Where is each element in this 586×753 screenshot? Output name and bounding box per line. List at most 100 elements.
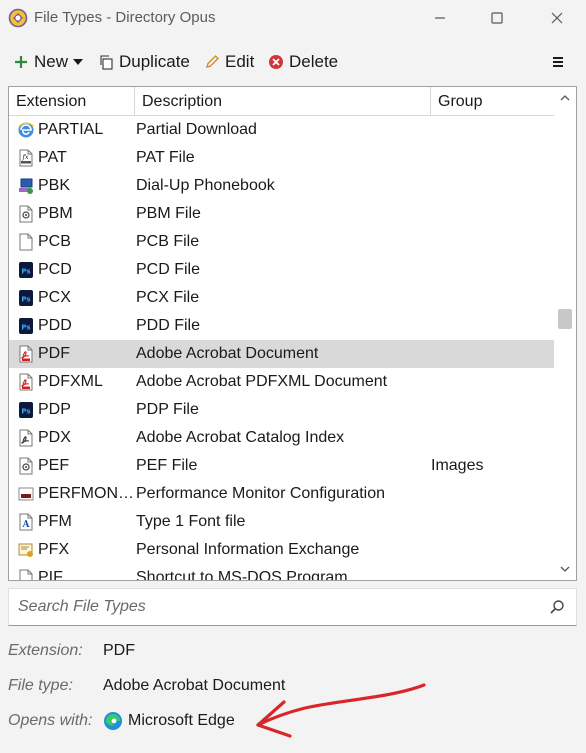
row-extension: PBK xyxy=(38,177,71,194)
table-row[interactable]: A PFM Type 1 Font file xyxy=(9,508,554,536)
column-header-extension[interactable]: Extension xyxy=(9,87,135,116)
table-row[interactable]: PBM PBM File xyxy=(9,200,554,228)
table-row[interactable]: PEF PEF File Images xyxy=(9,452,554,480)
search-icon[interactable] xyxy=(549,599,565,615)
acrobat-file-icon xyxy=(19,429,33,447)
scroll-down-button[interactable] xyxy=(554,558,576,580)
table-row[interactable]: Ps PCD PCD File xyxy=(9,256,554,284)
table-row[interactable]: fx PAT PAT File xyxy=(9,144,554,172)
row-extension: PEF xyxy=(38,457,70,474)
image-file-icon xyxy=(19,457,33,475)
table-row[interactable]: PARTIAL Partial Download xyxy=(9,116,554,144)
image-file-icon xyxy=(19,205,33,223)
certificate-file-icon xyxy=(18,543,33,557)
table-row[interactable]: PBK Dial-Up Phonebook xyxy=(9,172,554,200)
svg-text:fx: fx xyxy=(21,153,28,161)
row-description: Adobe Acrobat Document xyxy=(136,345,319,362)
vertical-scrollbar[interactable] xyxy=(554,87,576,580)
hamburger-menu-icon xyxy=(553,57,563,67)
column-header-group[interactable]: Group xyxy=(430,87,554,116)
row-description: Adobe Acrobat Catalog Index xyxy=(136,429,345,446)
table-row[interactable]: PDFXML Adobe Acrobat PDFXML Document xyxy=(9,368,554,396)
opens-with-value[interactable]: Microsoft Edge xyxy=(128,712,235,730)
opens-with-label: Opens with: xyxy=(8,712,93,729)
table-row[interactable]: PIF Shortcut to MS-DOS Program xyxy=(9,564,554,581)
row-extension: PDD xyxy=(38,317,72,334)
row-description: PCD File xyxy=(136,261,201,278)
photoshop-file-icon: Ps xyxy=(19,290,33,306)
pencil-icon xyxy=(206,55,219,68)
maximize-button[interactable] xyxy=(485,6,509,30)
search-input[interactable] xyxy=(18,598,518,616)
minimize-icon xyxy=(435,17,445,19)
blank-file-icon xyxy=(19,233,33,251)
extension-label: Extension: xyxy=(8,642,83,659)
svg-text:A: A xyxy=(22,520,31,530)
row-description: PCB File xyxy=(136,233,200,250)
list-header: Extension Description Group xyxy=(9,87,554,116)
table-row[interactable]: Ps PDD PDD File xyxy=(9,312,554,340)
duplicate-button[interactable]: Duplicate xyxy=(98,50,190,74)
dropdown-arrow-icon xyxy=(73,59,84,65)
row-description: PDD File xyxy=(136,317,201,334)
row-extension: PDP xyxy=(38,401,71,418)
row-extension: PCD xyxy=(38,261,72,278)
photoshop-file-icon: Ps xyxy=(19,402,33,418)
blank-file-icon xyxy=(19,569,33,580)
scroll-up-button[interactable] xyxy=(554,87,576,109)
table-row[interactable]: PERFMON… Performance Monitor Configuratio… xyxy=(9,480,554,508)
pdf-file-icon xyxy=(19,345,33,363)
close-icon xyxy=(551,12,563,24)
row-description: PBM File xyxy=(136,205,201,222)
delete-button[interactable]: Delete xyxy=(268,50,338,74)
title-bar: File Types - Directory Opus xyxy=(0,0,586,36)
delete-icon xyxy=(269,55,283,69)
svg-text:Ps: Ps xyxy=(21,324,30,332)
table-row[interactable]: PDX Adobe Acrobat Catalog Index xyxy=(9,424,554,452)
extension-value: PDF xyxy=(103,642,135,659)
table-row[interactable]: Ps PDP PDP File xyxy=(9,396,554,424)
photoshop-file-icon: Ps xyxy=(19,262,33,278)
row-description: Personal Information Exchange xyxy=(136,541,360,558)
photoshop-file-icon: Ps xyxy=(19,318,33,334)
table-row[interactable]: Ps PCX PCX File xyxy=(9,284,554,312)
minimize-button[interactable] xyxy=(428,6,452,30)
row-extension: PCB xyxy=(38,233,71,250)
microsoft-edge-icon xyxy=(104,712,122,730)
row-description: Shortcut to MS-DOS Program xyxy=(136,569,348,581)
row-extension: PERFMON… xyxy=(38,485,134,502)
new-button[interactable]: New xyxy=(13,50,84,74)
row-description: PCX File xyxy=(136,289,200,306)
function-file-icon: fx xyxy=(19,149,33,167)
row-description: Performance Monitor Configuration xyxy=(136,485,386,502)
table-row[interactable]: PDF Adobe Acrobat Document xyxy=(9,340,554,368)
row-description: Partial Download xyxy=(136,121,257,138)
row-description: PAT File xyxy=(136,149,195,166)
row-description: Adobe Acrobat PDFXML Document xyxy=(136,373,388,390)
close-button[interactable] xyxy=(545,6,569,30)
edit-button-label: Edit xyxy=(225,52,255,71)
row-extension: PDX xyxy=(38,429,71,446)
font-file-icon: A xyxy=(19,513,33,531)
menu-button[interactable] xyxy=(551,50,570,74)
ie-download-icon xyxy=(18,122,34,138)
toolbar: New Duplicate Edit Delete xyxy=(0,46,586,78)
row-description: Type 1 Font file xyxy=(136,513,246,530)
new-button-label: New xyxy=(34,52,69,71)
scrollbar-thumb[interactable] xyxy=(558,309,572,329)
pdf-file-icon xyxy=(19,373,33,391)
row-extension: PARTIAL xyxy=(38,121,104,138)
row-extension: PBM xyxy=(38,205,73,222)
table-row[interactable]: PFX Personal Information Exchange xyxy=(9,536,554,564)
delete-button-label: Delete xyxy=(289,52,339,71)
file-types-list[interactable]: Extension Description Group PARTIAL Parti… xyxy=(8,86,577,581)
row-extension: PDF xyxy=(38,345,70,362)
edit-button[interactable]: Edit xyxy=(204,50,254,74)
table-row[interactable]: PCB PCB File xyxy=(9,228,554,256)
list-rows: PARTIAL Partial Download fx PAT PAT File PBK D… xyxy=(9,116,554,581)
duplicate-button-label: Duplicate xyxy=(119,52,190,71)
annotation-arrow xyxy=(256,683,426,738)
row-description: Dial-Up Phonebook xyxy=(136,177,275,194)
column-header-description[interactable]: Description xyxy=(134,87,431,116)
svg-text:Ps: Ps xyxy=(21,408,30,416)
